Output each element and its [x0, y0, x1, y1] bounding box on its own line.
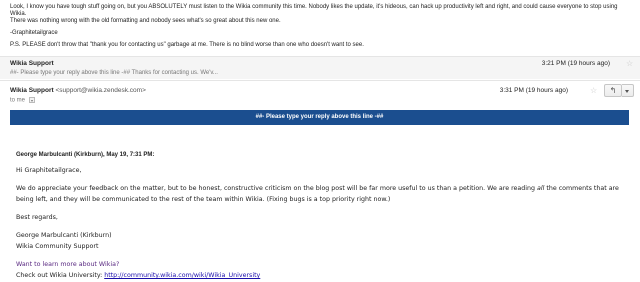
recipient-line: to me — [10, 97, 35, 104]
body-text: the comments that are — [544, 185, 619, 192]
sender-name: Wikia Support — [10, 87, 54, 94]
recipient-label: to me — [10, 97, 26, 104]
reply-attribution: George Marbulcanti (Kirkburn), May 19, 7… — [16, 152, 155, 158]
open-message-time: 3:31 PM (19 hours ago) — [499, 87, 568, 94]
body-paragraph-line: being left, and they will be communicate… — [16, 196, 391, 203]
university-line: Check out Wikia University: http://commu… — [16, 270, 260, 281]
message-divider — [0, 80, 640, 81]
previous-message-line: Look, I know you have tough stuff going … — [10, 4, 618, 17]
reply-button[interactable]: ↰ — [604, 84, 622, 97]
body-paragraph-line: We do appreciate your feedback on the ma… — [16, 183, 619, 194]
previous-message-paragraph: Look, I know you have tough stuff going … — [10, 4, 628, 25]
collapsed-message-snippet: ##- Please type your reply above this li… — [10, 70, 218, 76]
reply-above-line-banner: ##- Please type your reply above this li… — [10, 110, 629, 125]
more-options-button[interactable] — [622, 84, 634, 97]
open-message-sender: Wikia Support <support@wikia.zendesk.com… — [10, 87, 146, 94]
open-message: Wikia Support <support@wikia.zendesk.com… — [0, 84, 640, 282]
collapsed-message-time: 3:21 PM (19 hours ago) — [541, 60, 610, 67]
star-icon[interactable]: ☆ — [626, 60, 633, 68]
star-icon[interactable]: ☆ — [590, 87, 597, 95]
previous-message-line: There was nothing wrong with the old for… — [10, 18, 281, 24]
learn-more-text: Want to learn more about Wikia? — [16, 261, 120, 268]
closing: Best regards, — [16, 214, 58, 221]
previous-message-ps: P.S. PLEASE don't throw that "thank you … — [10, 42, 364, 48]
body-text: We do appreciate your feedback on the ma… — [16, 185, 538, 192]
signature-title: Wikia Community Support — [16, 243, 99, 250]
collapsed-message[interactable]: Wikia Support ##- Please type your reply… — [0, 57, 640, 79]
show-details-dropdown[interactable] — [28, 97, 35, 103]
sender-email: <support@wikia.zendesk.com> — [55, 87, 146, 94]
reply-arrow-icon: ↰ — [609, 86, 617, 95]
signature-name: George Marbulcanti (Kirkburn) — [16, 232, 112, 239]
greeting: Hi Graphitetailgrace, — [16, 167, 82, 174]
university-text: Check out Wikia University: — [16, 272, 105, 279]
collapsed-message-sender: Wikia Support — [10, 60, 54, 67]
previous-message-signature: -Graphitetailgrace — [10, 30, 58, 36]
previous-message-body: Look, I know you have tough stuff going … — [10, 4, 628, 54]
wikia-university-link[interactable]: http://community.wikia.com/wiki/Wikia_Un… — [104, 272, 260, 279]
